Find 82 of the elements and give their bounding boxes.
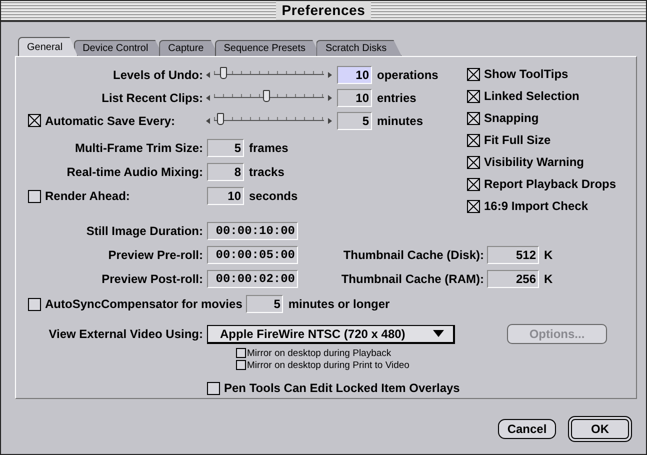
dropdown-value: Apple FireWire NTSC (720 x 480) xyxy=(220,326,406,340)
checkbox[interactable] xyxy=(467,200,480,212)
checkbox-label: Mirror on desktop during Playback xyxy=(247,348,392,358)
left-arrow-icon[interactable] xyxy=(206,72,210,78)
timecode-field[interactable]: 00:00:02:00 xyxy=(207,270,298,288)
field-label: Render Ahead: xyxy=(45,189,130,203)
slider-thumb[interactable] xyxy=(220,67,227,79)
option-label: Show ToolTips xyxy=(484,67,568,81)
field-label: Automatic Save Every: xyxy=(45,114,176,128)
checkbox-label: Pen Tools Can Edit Locked Item Overlays xyxy=(224,381,460,395)
field-label: Thumbnail Cache (RAM): xyxy=(341,272,484,286)
number-field[interactable]: 5 xyxy=(337,112,372,130)
check-mark-icon xyxy=(468,200,479,212)
dropdown-arrow-icon xyxy=(433,330,444,337)
option-label: Snapping xyxy=(484,111,539,125)
field-label: Levels of Undo: xyxy=(112,68,203,82)
cancel-button[interactable]: Cancel xyxy=(498,419,556,439)
tab[interactable]: Scratch Disks xyxy=(316,40,402,56)
unit-label: minutes or longer xyxy=(288,297,390,311)
check-mark-icon xyxy=(468,90,479,102)
slider-thumb[interactable] xyxy=(262,90,270,102)
timecode-field[interactable]: 00:00:05:00 xyxy=(207,246,298,264)
checkbox-label: Mirror on desktop during Print to Video xyxy=(247,360,410,370)
check-mark-icon xyxy=(468,178,479,190)
slider-thumb[interactable] xyxy=(216,113,224,125)
check-mark-icon xyxy=(468,112,479,124)
field-label: Thumbnail Cache (Disk): xyxy=(343,248,484,262)
number-field[interactable]: 5 xyxy=(207,139,244,157)
number-field[interactable]: 8 xyxy=(207,163,244,181)
number-field[interactable]: 5 xyxy=(246,295,284,313)
field-label: View External Video Using: xyxy=(48,327,203,341)
field-label: Preview Post-roll: xyxy=(102,272,203,286)
field-label: Multi-Frame Trim Size: xyxy=(74,141,203,155)
check-mark-icon xyxy=(468,156,479,168)
checkbox[interactable] xyxy=(236,348,246,358)
unit-label: frames xyxy=(249,141,288,155)
field-label: Still Image Duration: xyxy=(86,224,203,238)
right-arrow-icon[interactable] xyxy=(328,94,332,100)
unit-label: minutes xyxy=(377,114,424,128)
check-mark-icon xyxy=(468,134,479,146)
unit-label: operations xyxy=(377,68,438,82)
unit-label: seconds xyxy=(249,189,298,203)
field-label: Preview Pre-roll: xyxy=(108,248,203,262)
option-label: Linked Selection xyxy=(484,89,580,103)
left-arrow-icon[interactable] xyxy=(206,118,210,124)
timecode-field[interactable]: 00:00:10:00 xyxy=(207,222,298,240)
checkbox[interactable] xyxy=(28,114,41,127)
right-arrow-icon[interactable] xyxy=(328,72,332,78)
number-field[interactable]: 256 xyxy=(487,270,539,288)
checkbox[interactable] xyxy=(467,178,480,190)
checkbox[interactable] xyxy=(467,68,480,80)
unit-label: tracks xyxy=(249,165,284,179)
option-label: Fit Full Size xyxy=(484,133,551,147)
window-title: Preferences xyxy=(276,1,372,20)
checkbox[interactable] xyxy=(207,382,220,394)
checkbox[interactable] xyxy=(236,360,246,370)
unit-label: entries xyxy=(377,90,416,104)
checkbox-label: AutoSyncCompensator for movies xyxy=(45,297,242,311)
number-field[interactable]: 10 xyxy=(337,88,372,106)
checkbox[interactable] xyxy=(28,298,41,310)
number-field[interactable]: 512 xyxy=(487,246,539,264)
option-label: Visibility Warning xyxy=(484,155,584,169)
checkbox[interactable] xyxy=(467,156,480,168)
check-mark-icon xyxy=(29,115,40,126)
unit-label: K xyxy=(544,248,553,262)
checkbox[interactable] xyxy=(467,90,480,102)
checkbox[interactable] xyxy=(28,190,41,202)
check-mark-icon xyxy=(468,68,479,80)
video-dropdown[interactable]: Apple FireWire NTSC (720 x 480) xyxy=(207,324,455,344)
checkbox[interactable] xyxy=(467,134,480,146)
number-field[interactable]: 10 xyxy=(337,66,372,84)
tab[interactable]: General xyxy=(18,37,78,56)
option-label: Report Playback Drops xyxy=(484,177,616,191)
unit-label: K xyxy=(544,272,553,286)
field-label: Real-time Audio Mixing: xyxy=(66,165,203,179)
field-label: List Recent Clips: xyxy=(102,90,203,104)
ok-button[interactable]: OK xyxy=(568,416,632,442)
right-arrow-icon[interactable] xyxy=(328,118,332,124)
option-label: 16:9 Import Check xyxy=(484,199,588,213)
left-arrow-icon[interactable] xyxy=(206,94,210,100)
number-field[interactable]: 10 xyxy=(207,187,244,205)
checkbox[interactable] xyxy=(467,112,480,124)
